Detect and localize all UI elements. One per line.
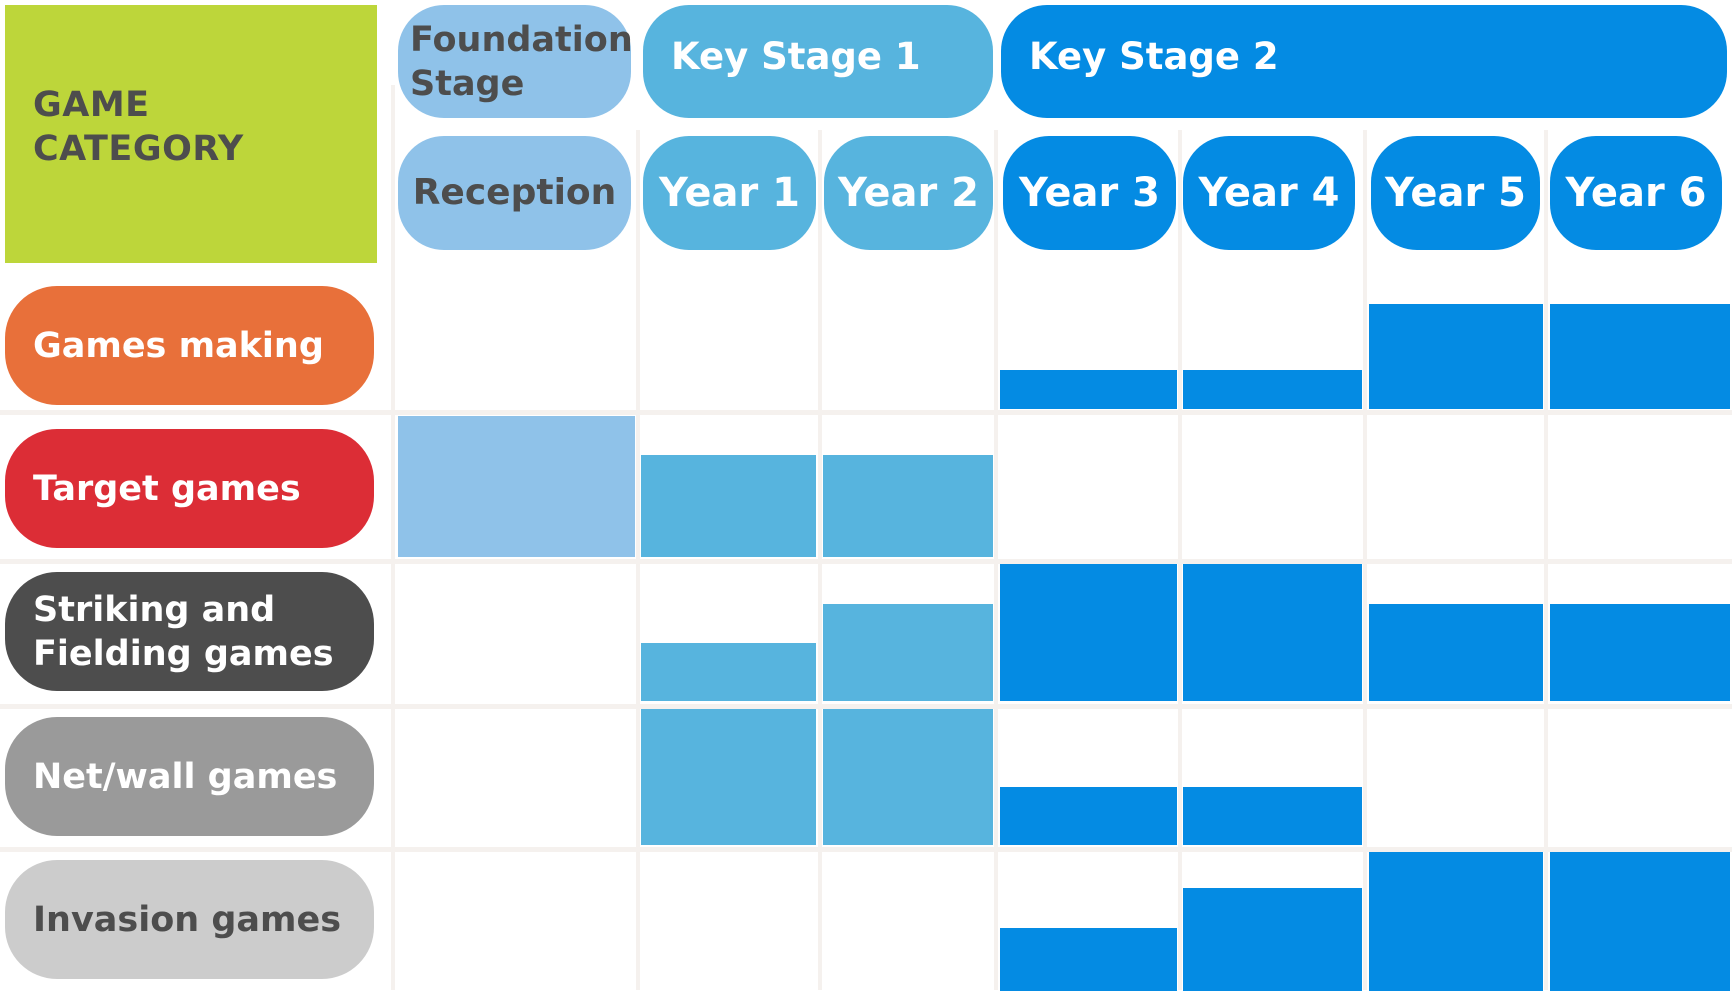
column-header-label: Year 3 [1019,170,1160,216]
bar-target-games-reception [398,416,635,557]
stage-header-label: Foundation Stage [410,19,633,104]
bar-invasion-games-year-6 [1550,852,1730,991]
bar-striking-and-fielding-games-year-3 [1000,564,1177,701]
title-line-1: GAME [33,85,150,125]
row-label-games-making: Games making [5,286,374,405]
row-label-text: Net/wall games [33,756,338,797]
title-line-2: CATEGORY [33,129,244,169]
row-label-text: Striking and Fielding games [33,589,334,674]
column-header-year-4: Year 4 [1183,136,1355,250]
grid-line-horizontal [0,410,1732,415]
bar-striking-and-fielding-games-year-2 [823,604,993,701]
bar-games-making-year-5 [1369,304,1543,409]
bar-invasion-games-year-3 [1000,928,1177,991]
bar-striking-and-fielding-games-year-5 [1369,604,1543,701]
stage-header-foundation-stage: Foundation Stage [398,5,633,118]
row-label-text: Invasion games [33,899,342,940]
row-label-striking-and-fielding-games: Striking and Fielding games [5,572,374,691]
bar-net-wall-games-year-2 [823,709,993,845]
column-header-label: Year 2 [838,170,979,216]
column-header-label: Reception [412,172,617,213]
column-header-label: Year 5 [1385,170,1526,216]
column-header-label: Year 4 [1198,170,1340,216]
bar-games-making-year-6 [1550,304,1730,409]
column-header-year-3: Year 3 [1003,136,1176,250]
stage-header-key-stage-1: Key Stage 1 [643,5,993,118]
column-header-label: Year 6 [1565,170,1707,216]
grid-line-vertical [391,85,395,990]
column-header-year-2: Year 2 [824,136,993,250]
bar-games-making-year-4 [1183,370,1362,409]
column-header-year-5: Year 5 [1371,136,1540,250]
bar-striking-and-fielding-games-year-6 [1550,604,1730,701]
row-label-net-wall-games: Net/wall games [5,717,374,836]
bar-striking-and-fielding-games-year-1 [641,643,816,701]
row-label-invasion-games: Invasion games [5,860,374,979]
bar-net-wall-games-year-1 [641,709,816,845]
bar-target-games-year-1 [641,455,816,557]
stage-header-label: Key Stage 1 [671,35,921,78]
row-label-target-games: Target games [5,429,374,548]
game-category-header: GAME CATEGORY [5,5,377,263]
row-label-text: Games making [33,325,324,366]
bar-invasion-games-year-4 [1183,888,1362,991]
column-header-year-6: Year 6 [1550,136,1722,250]
bar-net-wall-games-year-4 [1183,787,1362,845]
bar-games-making-year-3 [1000,370,1177,409]
stage-header-key-stage-2: Key Stage 2 [1001,5,1727,118]
column-header-label: Year 1 [659,170,800,216]
stage-header-label: Key Stage 2 [1029,35,1279,78]
bar-invasion-games-year-5 [1369,852,1543,991]
bar-net-wall-games-year-3 [1000,787,1177,845]
column-header-year-1: Year 1 [643,136,816,250]
bar-striking-and-fielding-games-year-4 [1183,564,1362,701]
grid-line-horizontal [0,559,1732,564]
bar-target-games-year-2 [823,455,993,557]
column-header-reception: Reception [398,136,631,250]
row-label-text: Target games [33,468,301,509]
